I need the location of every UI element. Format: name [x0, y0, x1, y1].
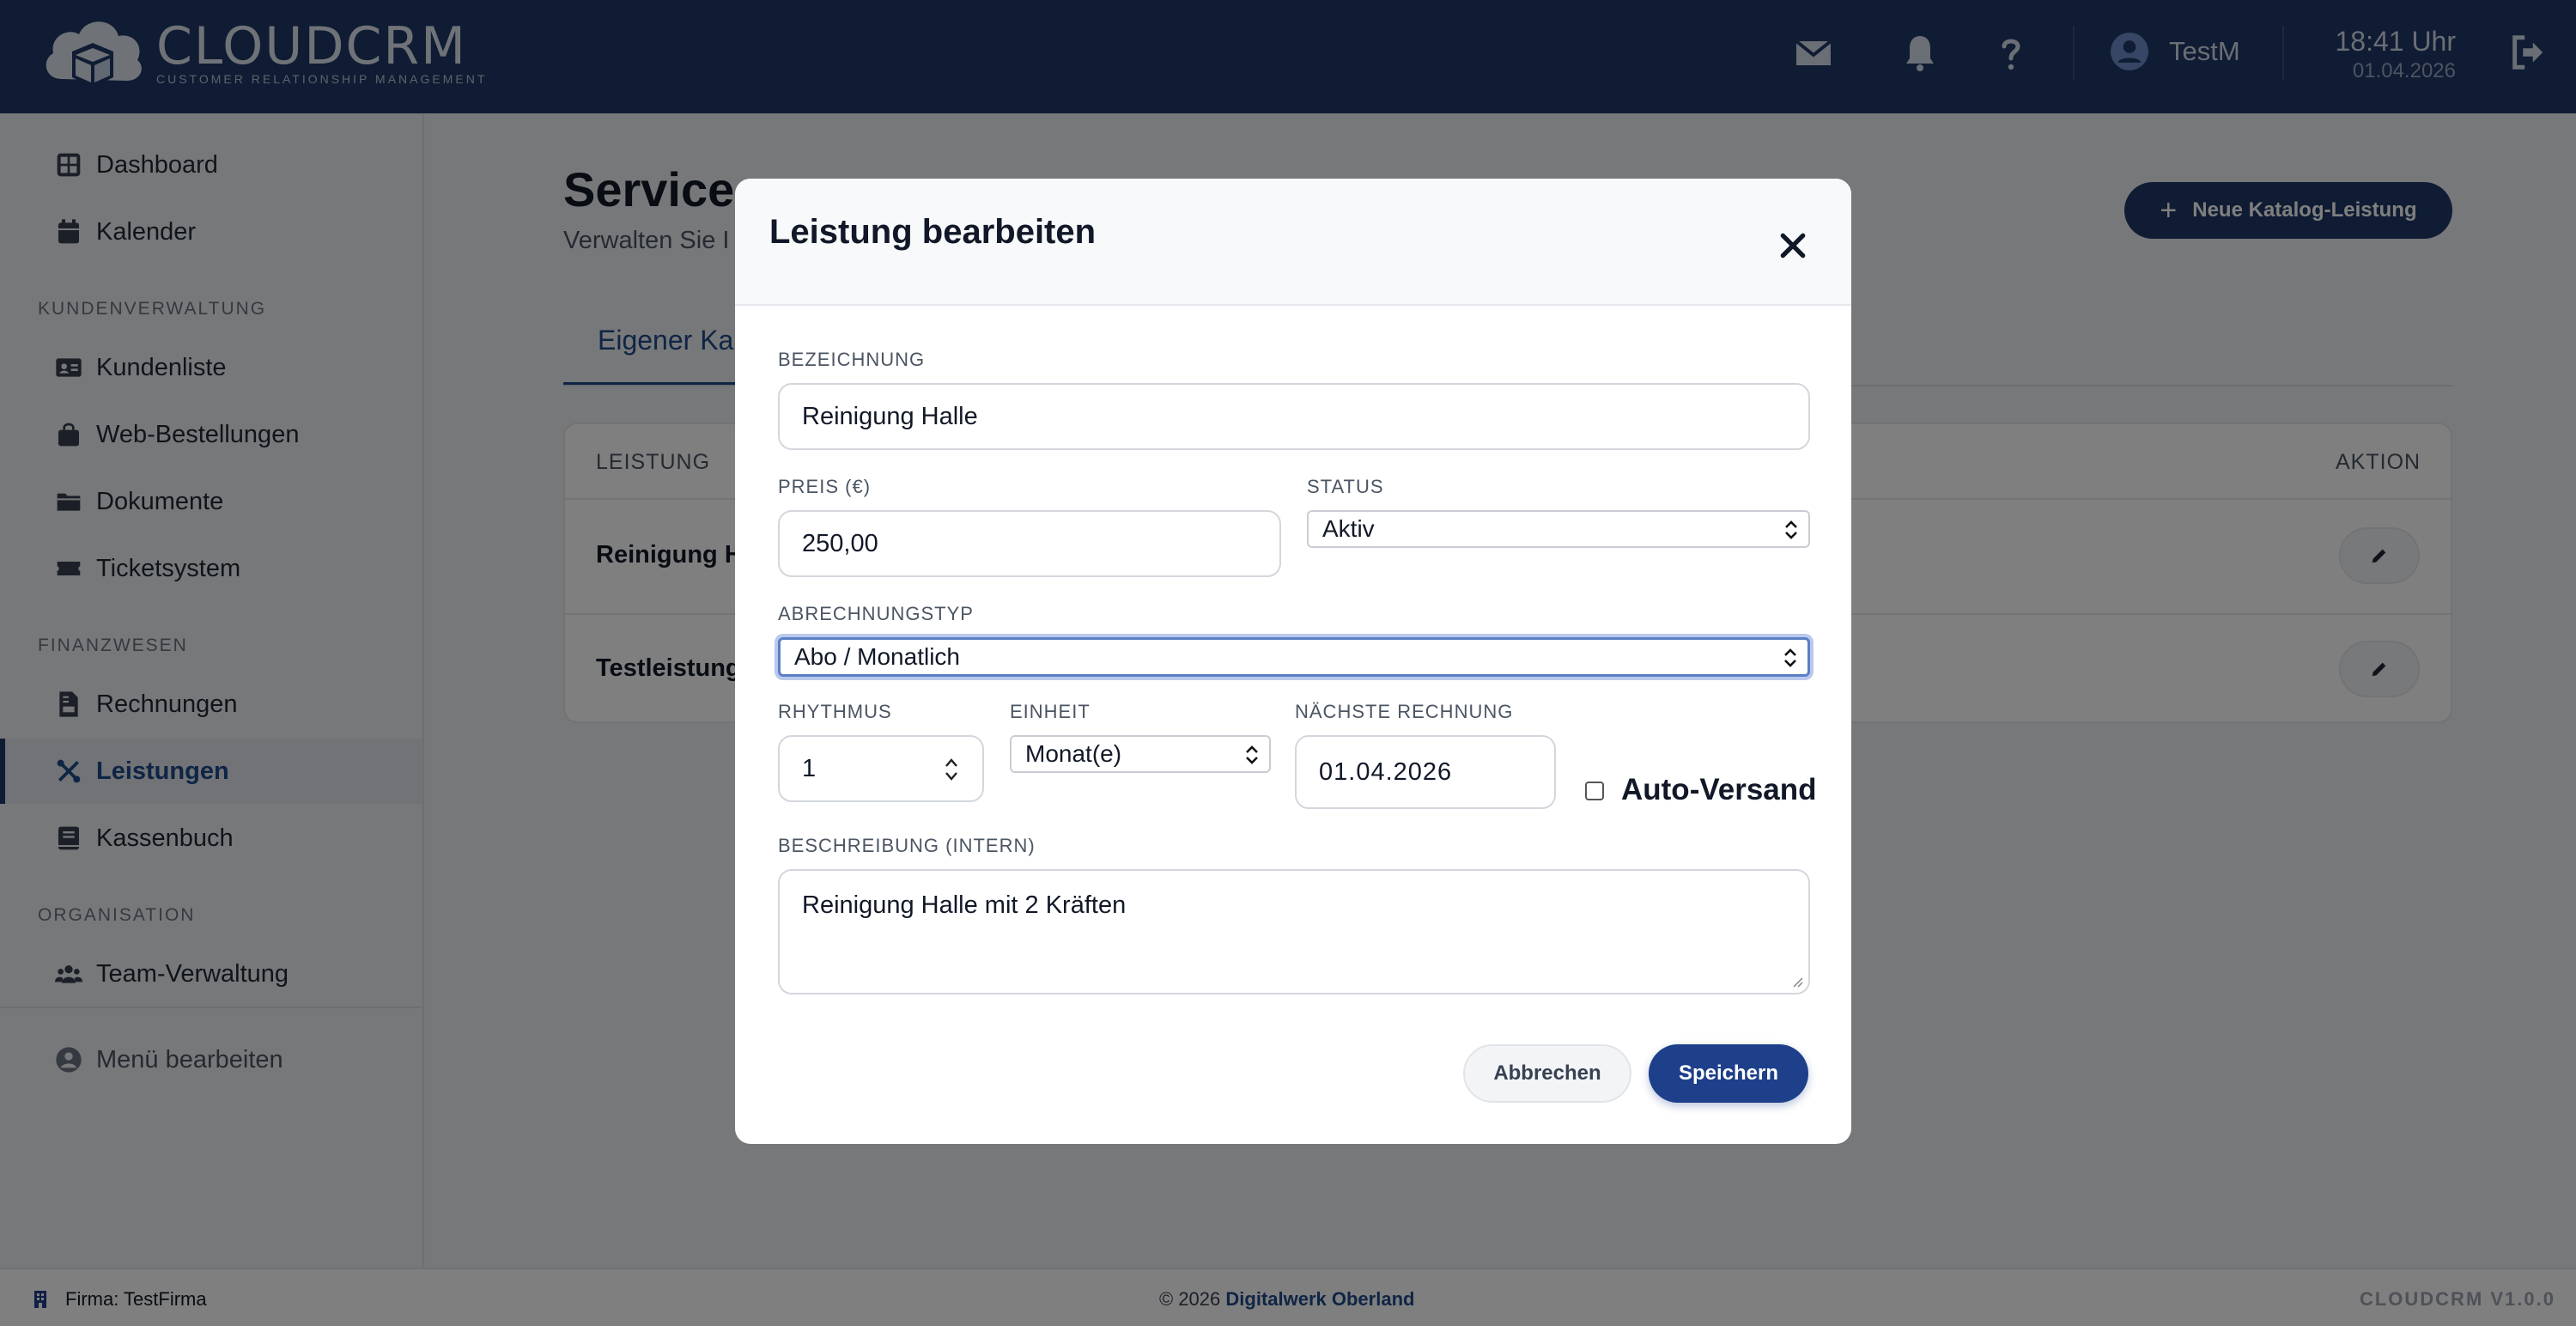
- dialog-title: Leistung bearbeiten: [769, 213, 1097, 251]
- description-label: BESCHREIBUNG (INTERN): [778, 835, 1036, 856]
- billing-type-value: Abo / Monatlich: [794, 643, 960, 670]
- status-value: Aktiv: [1322, 515, 1375, 542]
- close-icon[interactable]: [1776, 228, 1810, 263]
- name-input[interactable]: Reinigung Halle: [778, 383, 1810, 450]
- name-label: BEZEICHNUNG: [778, 349, 926, 370]
- price-label: PREIS (€): [778, 476, 872, 497]
- select-arrows-icon: [1246, 745, 1258, 764]
- edit-service-dialog: Leistung bearbeiten BEZEICHNUNG Reinigun…: [735, 179, 1851, 1144]
- auto-send-checkbox[interactable]: [1585, 782, 1604, 800]
- save-button[interactable]: Speichern: [1649, 1044, 1808, 1103]
- description-textarea[interactable]: Reinigung Halle mit 2 Kräften: [778, 869, 1810, 995]
- billing-type-label: ABRECHNUNGSTYP: [778, 603, 974, 624]
- billing-type-select[interactable]: Abo / Monatlich: [778, 637, 1810, 677]
- status-label: STATUS: [1307, 476, 1384, 497]
- rhythm-value: 1: [802, 754, 817, 782]
- price-input[interactable]: 250,00: [778, 510, 1281, 577]
- cancel-button[interactable]: Abbrechen: [1463, 1044, 1631, 1103]
- description-value: Reinigung Halle mit 2 Kräften: [802, 891, 1127, 919]
- dialog-header: Leistung bearbeiten: [735, 179, 1851, 306]
- select-arrows-icon: [1784, 648, 1796, 667]
- status-select[interactable]: Aktiv: [1307, 510, 1810, 548]
- next-invoice-label: NÄCHSTE RECHNUNG: [1295, 701, 1514, 722]
- resize-handle-icon[interactable]: [1789, 974, 1803, 988]
- unit-select[interactable]: Monat(e): [1010, 735, 1271, 773]
- select-arrows-icon: [1785, 520, 1797, 539]
- rhythm-stepper[interactable]: 1: [778, 735, 984, 802]
- next-invoice-date-input[interactable]: 01.04.2026: [1295, 735, 1556, 809]
- stepper-arrows-icon[interactable]: [943, 756, 960, 783]
- rhythm-label: RHYTHMUS: [778, 701, 892, 722]
- unit-label: EINHEIT: [1010, 701, 1091, 722]
- auto-send-label[interactable]: Auto-Versand: [1621, 773, 1817, 807]
- unit-value: Monat(e): [1025, 740, 1122, 767]
